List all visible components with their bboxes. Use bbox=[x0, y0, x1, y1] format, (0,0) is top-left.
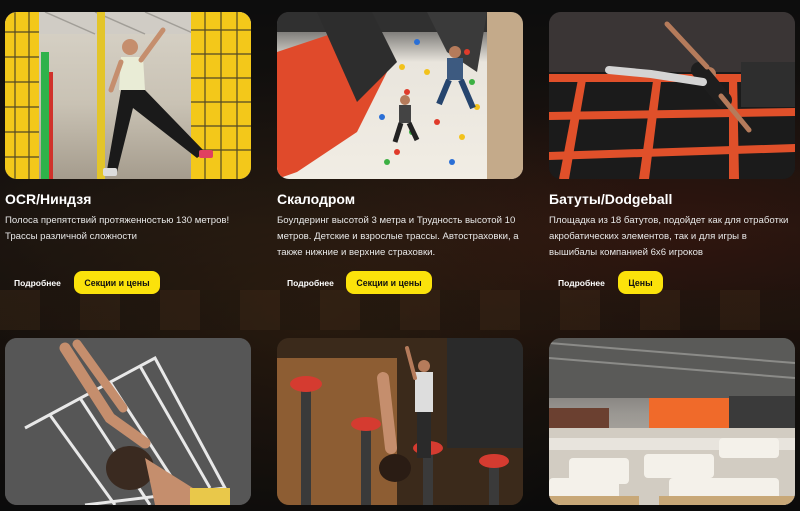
sections-prices-button-climbing[interactable]: Секции и цены bbox=[346, 271, 432, 294]
card-title-climbing: Скалодром bbox=[277, 191, 356, 207]
card-title-ocr: OCR/Ниндзя bbox=[5, 191, 92, 207]
climbing-wall-photo bbox=[277, 12, 523, 179]
card-desc-ocr: Полоса препятствий протяженностью 130 ме… bbox=[5, 213, 255, 245]
desc-line: Трассы различной сложности bbox=[5, 231, 137, 242]
ocr-ninja-photo bbox=[5, 12, 251, 179]
card-title-trampoline: Батуты/Dodgeball bbox=[549, 191, 673, 207]
prices-button-trampoline[interactable]: Цены bbox=[618, 271, 663, 294]
more-link-climbing[interactable]: Подробнее bbox=[287, 278, 334, 288]
lounge-photo bbox=[549, 338, 795, 505]
desc-line: метров. Детские и взрослые трассы. Автос… bbox=[277, 231, 519, 242]
card-desc-climbing: Боулдеринг высотой 3 метра и Трудность в… bbox=[277, 213, 537, 261]
pole-climbing-photo bbox=[277, 338, 523, 505]
desc-line: вышибалы компанией 6х6 игроков bbox=[549, 247, 704, 258]
desc-line: Полоса препятствий протяженностью 130 ме… bbox=[5, 215, 230, 226]
more-link-ocr[interactable]: Подробнее bbox=[14, 278, 61, 288]
sections-prices-button-ocr[interactable]: Секции и цены bbox=[74, 271, 160, 294]
desc-line: акробатических элементов, так и для игры… bbox=[549, 231, 747, 242]
more-link-trampoline[interactable]: Подробнее bbox=[558, 278, 605, 288]
card-desc-trampoline: Площадка из 18 батутов, подойдет как для… bbox=[549, 213, 799, 261]
stretching-photo bbox=[5, 338, 251, 505]
desc-line: Боулдеринг высотой 3 метра и Трудность в… bbox=[277, 215, 516, 226]
desc-line: также нижние и верхние страховки. bbox=[277, 247, 436, 258]
desc-line: Площадка из 18 батутов, подойдет как для… bbox=[549, 215, 789, 226]
trampoline-photo bbox=[549, 12, 795, 179]
